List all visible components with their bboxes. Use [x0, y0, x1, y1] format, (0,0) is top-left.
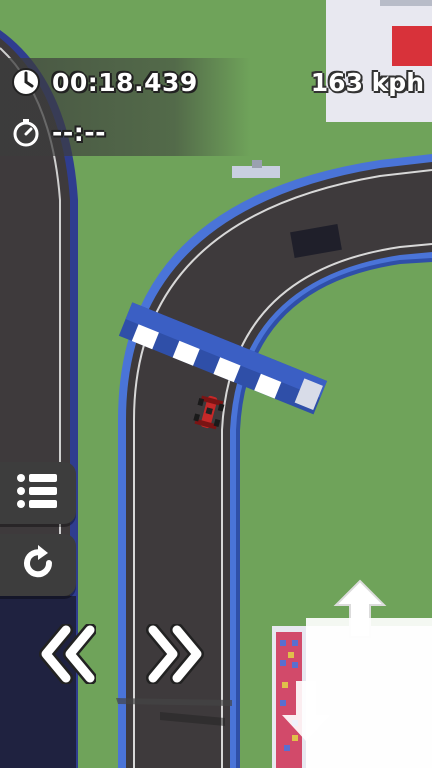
current-time-row: 00:18.439: [10, 66, 198, 98]
speed-readout: 163 kph: [310, 68, 424, 97]
best-lap-time: --:--: [52, 117, 107, 147]
double-chevron-left-icon: [38, 623, 97, 688]
building-top-right: [326, 0, 432, 122]
current-lap-time: 00:18.439: [52, 67, 198, 97]
steering-panel[interactable]: [306, 618, 432, 768]
double-chevron-right-icon: [145, 623, 205, 688]
restart-icon: [18, 543, 58, 587]
clock-icon: [10, 66, 42, 98]
hud-timer-panel: 00:18.439 --:--: [0, 58, 250, 156]
best-time-row: --:--: [10, 116, 106, 148]
rewind-button[interactable]: [38, 623, 97, 688]
fast-forward-button[interactable]: [144, 623, 206, 688]
stopwatch-icon: [10, 116, 42, 148]
restart-button[interactable]: [0, 534, 76, 596]
menu-button[interactable]: [0, 462, 76, 524]
list-menu-icon: [16, 471, 60, 515]
